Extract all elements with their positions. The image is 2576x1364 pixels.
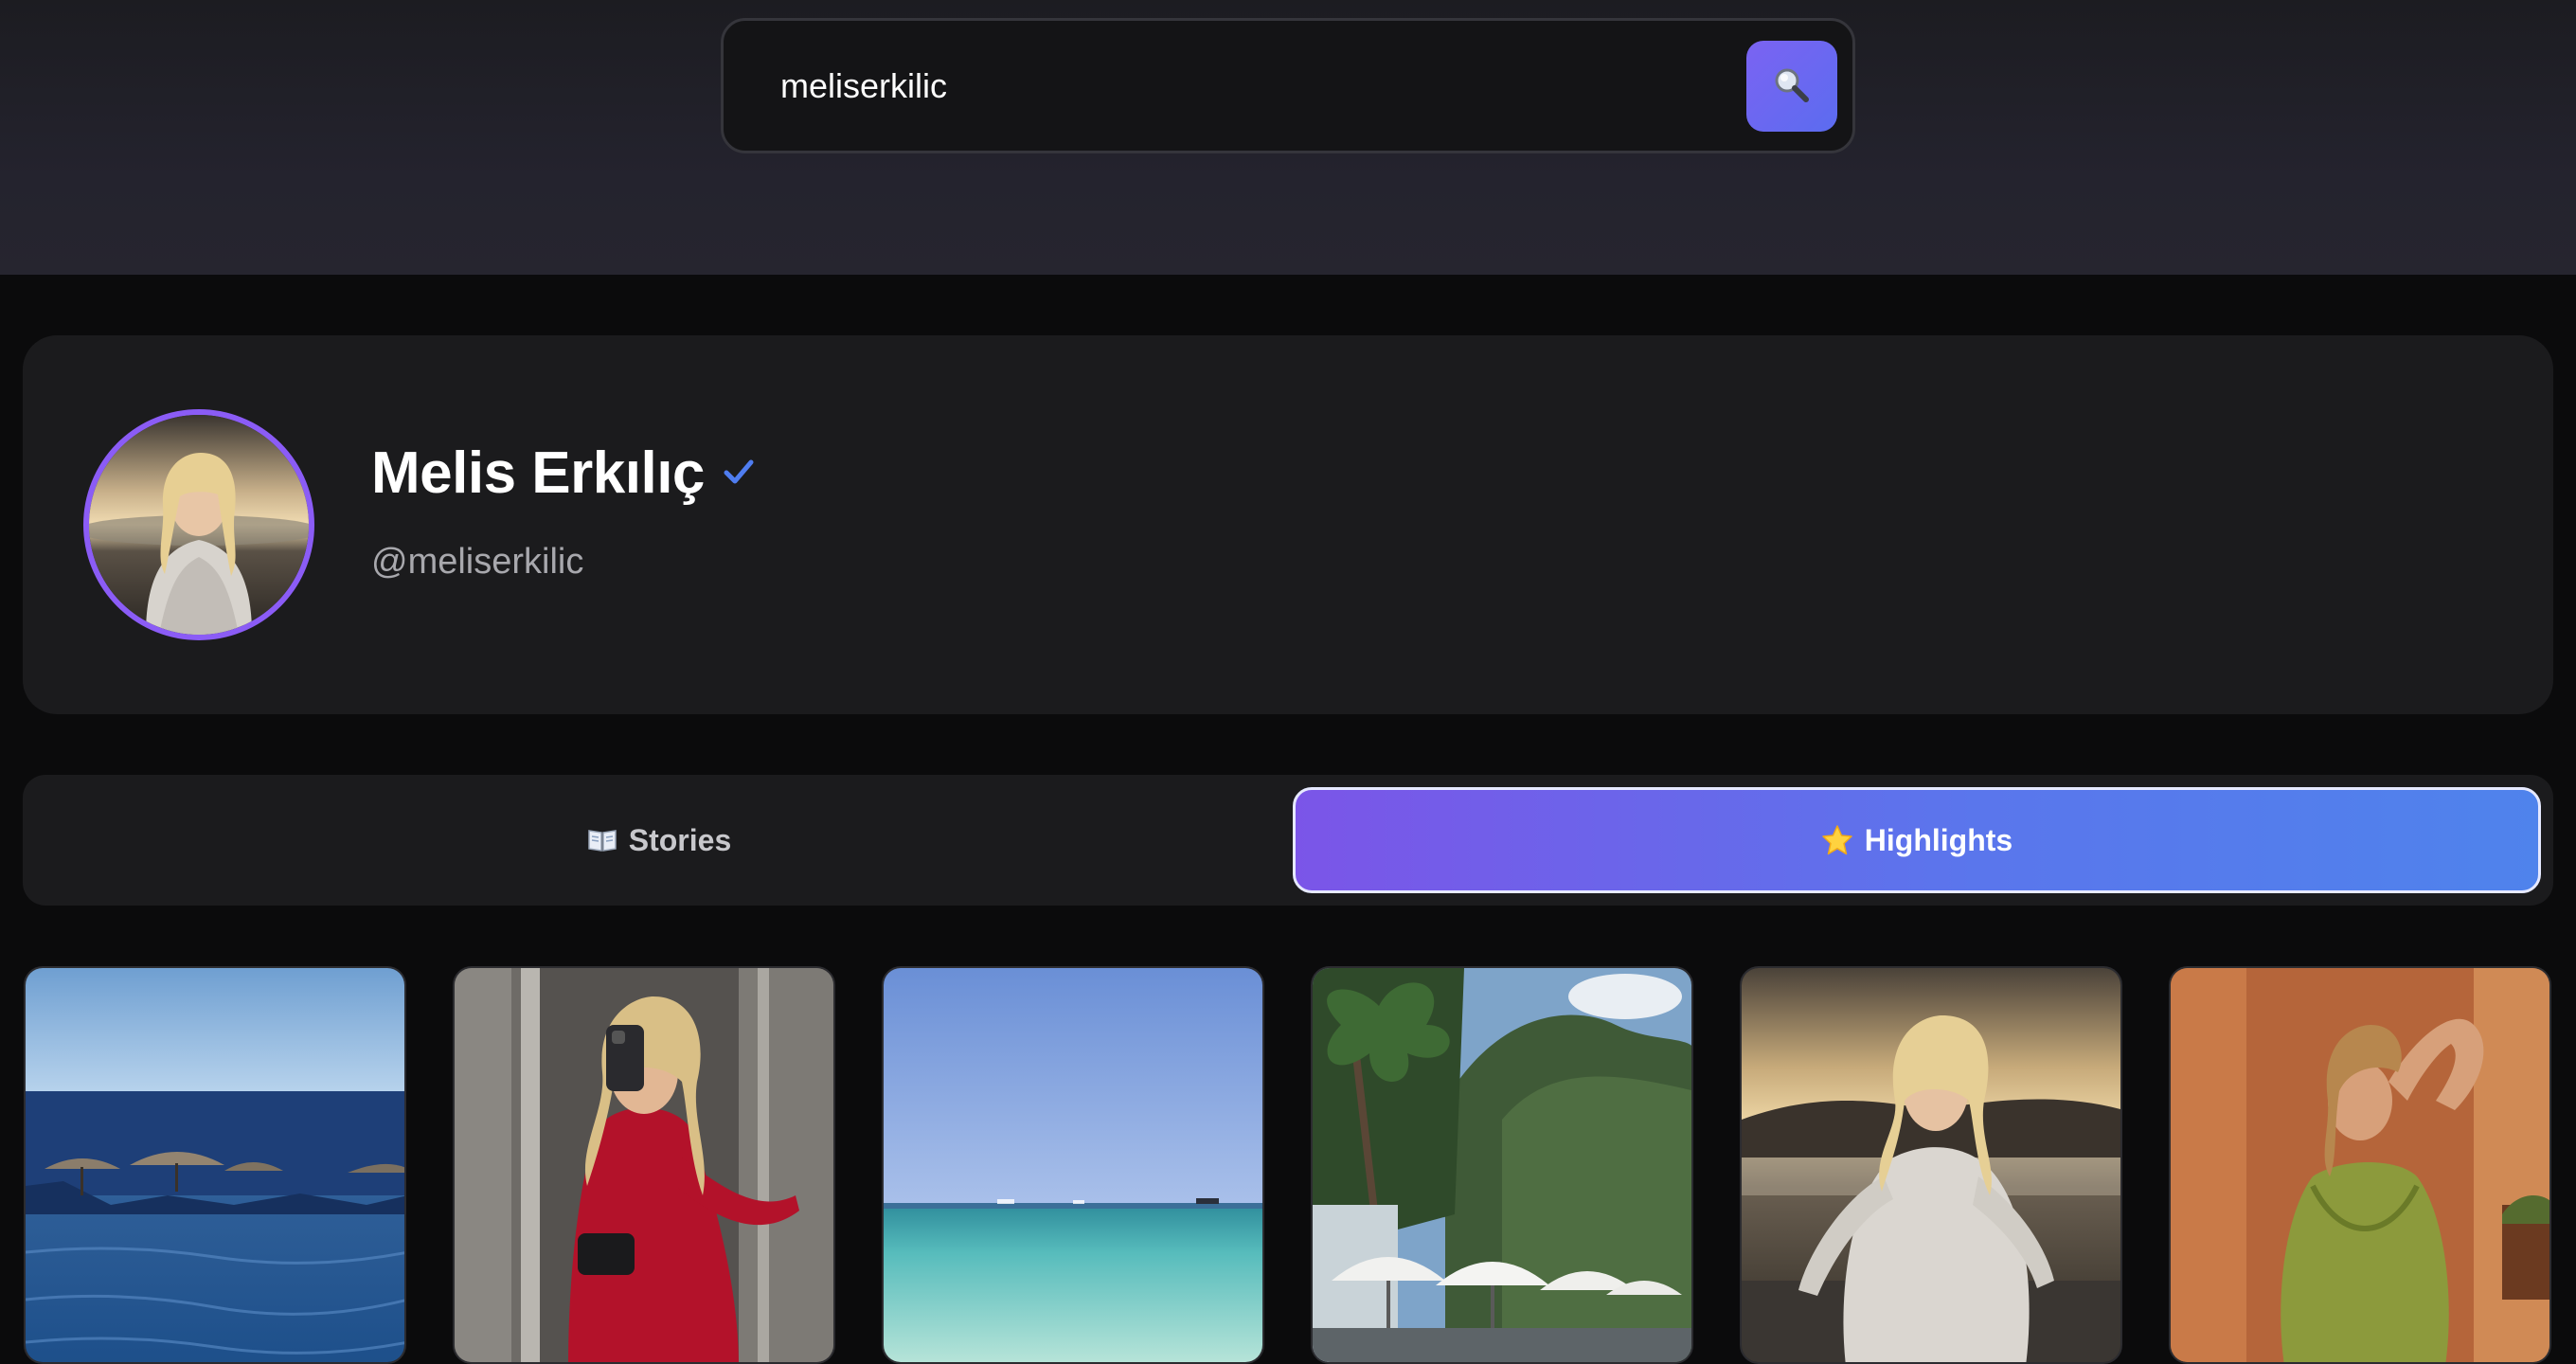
avatar[interactable] <box>83 409 314 640</box>
profile-handle: @meliserkilic <box>371 542 584 582</box>
search-bar <box>721 18 1855 153</box>
mirror-selfie-thumbnail <box>455 968 833 1362</box>
search-icon <box>1771 64 1813 109</box>
tab-stories-label: Stories <box>628 822 732 857</box>
highlights-grid <box>0 966 2576 1364</box>
header <box>0 0 2576 275</box>
highlight-tile[interactable] <box>2169 966 2551 1364</box>
tab-stories[interactable]: Stories <box>35 787 1283 893</box>
green-dress-thumbnail <box>2171 968 2549 1362</box>
tab-highlights-label: Highlights <box>1864 822 2013 857</box>
highlight-tile[interactable] <box>1740 966 2122 1364</box>
check-icon <box>722 456 756 494</box>
turquoise-sea-thumbnail <box>884 968 1262 1362</box>
highlight-tile[interactable] <box>453 966 835 1364</box>
tab-highlights[interactable]: Highlights <box>1293 787 2541 893</box>
search-input[interactable] <box>780 45 1690 127</box>
highlight-tile[interactable] <box>882 966 1264 1364</box>
white-dress-sunset-thumbnail <box>1742 968 2120 1362</box>
highlight-tile[interactable] <box>1311 966 1693 1364</box>
highlight-tile[interactable] <box>24 966 406 1364</box>
tab-bar: Stories Highlights <box>23 775 2553 906</box>
profile-name-row: Melis Erkılıç <box>371 440 756 507</box>
profile-card: Melis Erkılıç @meliserkilic <box>23 335 2553 714</box>
book-icon <box>587 828 617 852</box>
palm-cafe-thumbnail <box>1313 968 1691 1362</box>
search-button[interactable] <box>1746 41 1837 132</box>
star-icon <box>1821 824 1853 856</box>
profile-name: Melis Erkılıç <box>371 440 705 506</box>
infinity-pool-thumbnail <box>26 968 404 1362</box>
